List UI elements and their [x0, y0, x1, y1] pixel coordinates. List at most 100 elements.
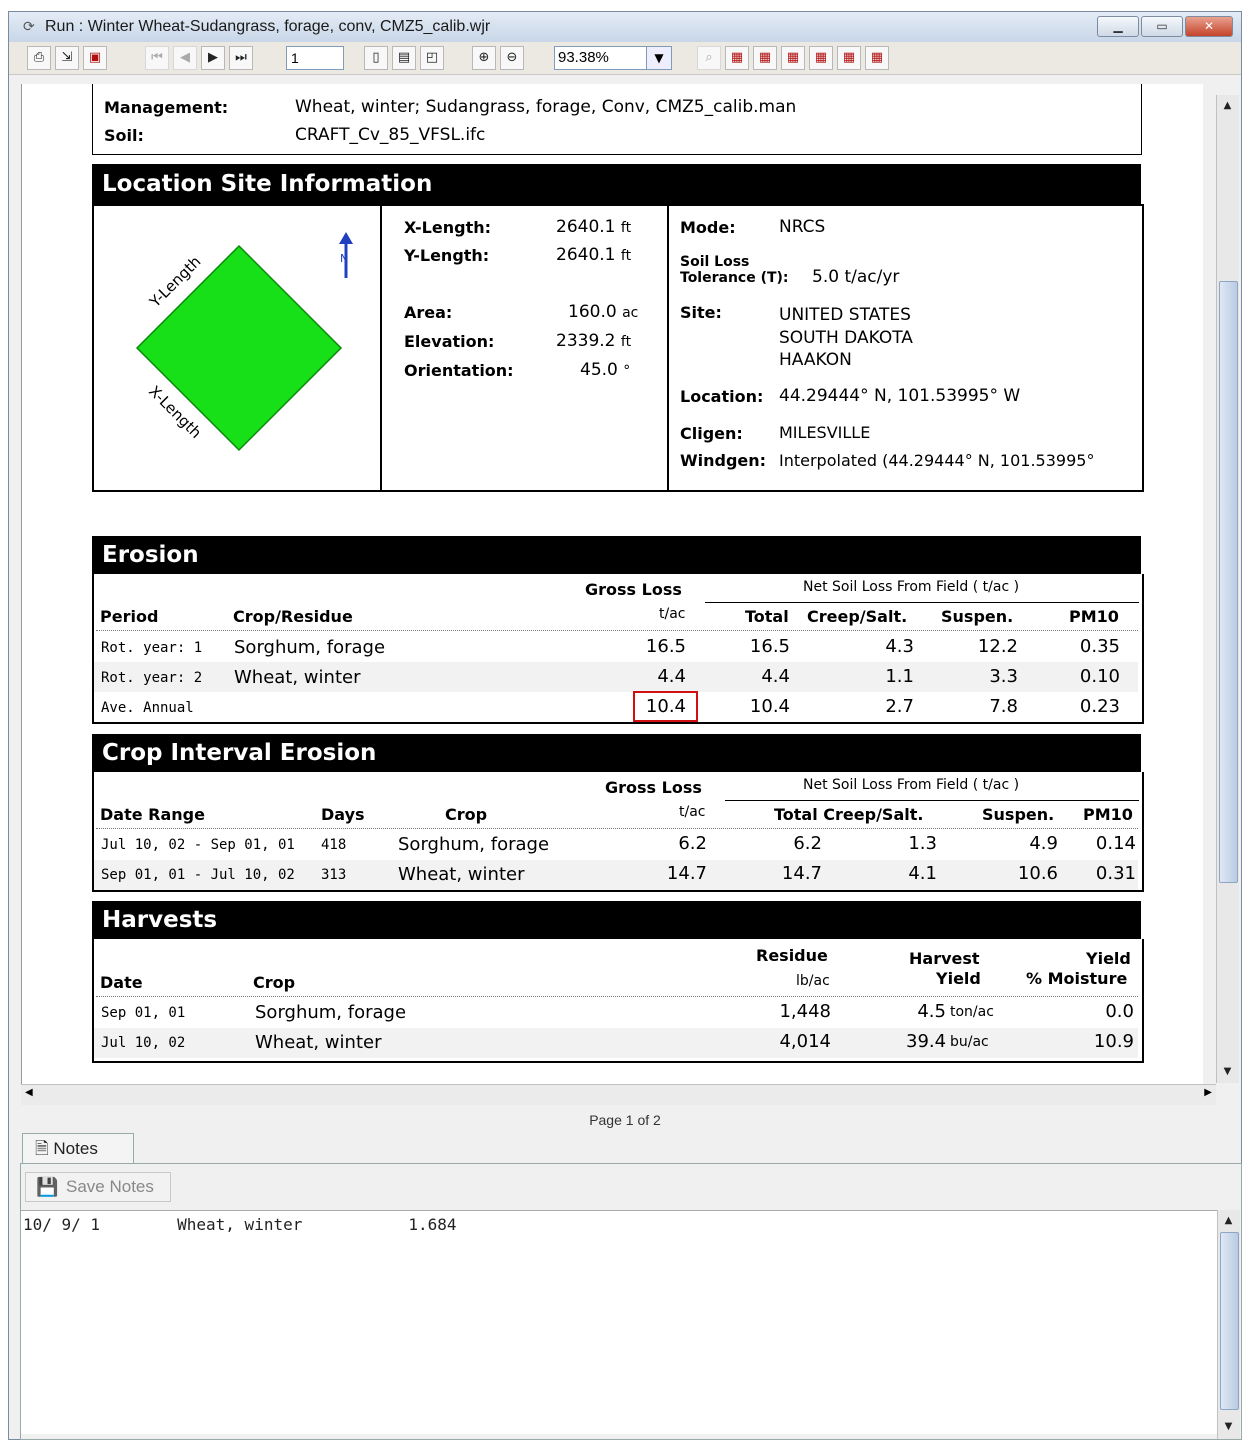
mode-value: NRCS: [779, 217, 826, 237]
ci-pm10: 0.14: [1095, 833, 1136, 854]
ci-days: 313: [321, 867, 347, 883]
ci-gross: 6.2: [678, 833, 707, 854]
save-notes-label: Save Notes: [66, 1177, 154, 1196]
elevation-label: Elevation:: [404, 332, 495, 351]
area-label: Area:: [404, 303, 453, 322]
scroll-down-icon[interactable]: ▼: [1220, 1418, 1237, 1435]
ci-col-suspen: Suspen.: [982, 805, 1055, 824]
north-arrow-head: [339, 232, 353, 244]
minimize-button[interactable]: ▁: [1097, 16, 1139, 37]
page-width-icon[interactable]: ▤: [392, 46, 416, 70]
north-label: N: [340, 252, 348, 265]
report-tool-1-icon[interactable]: ▦: [725, 46, 749, 70]
maximize-button[interactable]: ▭: [1141, 16, 1183, 37]
harvest-col-harvest: Harvest: [909, 949, 980, 968]
ci-crop: Sorghum, forage: [398, 834, 550, 855]
erosion-gross: 4.4: [657, 666, 686, 687]
first-page-icon[interactable]: ⏮: [145, 46, 169, 70]
mode-label: Mode:: [680, 218, 736, 237]
ci-col-pm10: PM10: [1083, 805, 1133, 824]
previous-page-icon[interactable]: ◀: [173, 46, 197, 70]
harvest-col-date: Date: [100, 973, 143, 992]
harvest-crop: Sorghum, forage: [255, 1002, 407, 1023]
harvest-moisture: 10.9: [1093, 1031, 1134, 1052]
tolerance-label-2: Tolerance (T):: [680, 270, 789, 286]
report-viewport: Management: Wheat, winter; Sudangrass, f…: [21, 84, 1203, 1094]
scroll-right-icon[interactable]: ▶: [1204, 1087, 1212, 1098]
zoom-out-icon[interactable]: ⊖: [500, 46, 524, 70]
x-length-field-label: X-Length:: [404, 218, 491, 237]
report-tool-6-icon[interactable]: ▦: [865, 46, 889, 70]
erosion-col-creep: Creep/Salt.: [807, 607, 908, 626]
print-icon[interactable]: ⎙: [27, 46, 51, 70]
erosion-col-crop: Crop/Residue: [233, 607, 353, 626]
orientation-value: 45.0 °: [580, 360, 631, 380]
close-button[interactable]: ✕: [1185, 16, 1233, 37]
zoom-in-icon[interactable]: ⊕: [472, 46, 496, 70]
soil-value: CRAFT_Cv_85_VFSL.ifc: [295, 125, 486, 145]
divider: [725, 800, 1139, 801]
notes-panel: 💾 Save Notes 10/ 9/ 1 Wheat, winter 1.68…: [20, 1163, 1242, 1440]
ci-suspen: 10.6: [1017, 863, 1058, 884]
erosion-net-soil: Net Soil Loss From Field ( t/ac ): [803, 579, 1020, 595]
notes-scrollbar[interactable]: ▲ ▼: [1217, 1210, 1240, 1439]
erosion-col-total: Total: [745, 607, 789, 626]
field-diagram: Y-Length X-Length N: [135, 232, 353, 452]
divider: [380, 204, 382, 490]
report-tool-3-icon[interactable]: ▦: [781, 46, 805, 70]
site-line-1: UNITED STATES: [779, 305, 911, 325]
erosion-gross: 10.4: [645, 696, 686, 717]
export-icon[interactable]: ⇲: [55, 46, 79, 70]
last-page-icon[interactable]: ⏭: [229, 46, 253, 70]
scroll-up-icon[interactable]: ▲: [1219, 97, 1236, 114]
full-page-icon[interactable]: ◰: [420, 46, 444, 70]
report-tool-4-icon[interactable]: ▦: [809, 46, 833, 70]
tab-notes[interactable]: 🗎 Notes: [22, 1133, 134, 1163]
pdf-icon[interactable]: ▣: [83, 46, 107, 70]
page-indicator: Page 1 of 2: [589, 1112, 661, 1128]
ci-col-total: Total Creep/Salt.: [774, 805, 924, 824]
orientation-label: Orientation:: [404, 361, 514, 380]
scrollbar-thumb[interactable]: [1219, 281, 1238, 883]
harvest-crop: Wheat, winter: [255, 1032, 382, 1053]
zoom-input[interactable]: 93.38%: [554, 46, 648, 70]
window-title: Run : Winter Wheat-Sudangrass, forage, c…: [45, 18, 491, 35]
chevron-down-icon[interactable]: ▼: [646, 46, 672, 70]
next-page-icon[interactable]: ▶: [201, 46, 225, 70]
toolbar: ⎙ ⇲ ▣ ⏮ ◀ ▶ ⏭ 1 ▯ ▤ ◰ ⊕ ⊖ 93.38% ▼ ⌕ ▦ ▦…: [9, 42, 1241, 75]
scroll-up-icon[interactable]: ▲: [1220, 1212, 1237, 1229]
ci-pm10: 0.31: [1095, 863, 1136, 884]
management-label: Management:: [104, 98, 229, 117]
ci-net-soil: Net Soil Loss From Field ( t/ac ): [803, 777, 1020, 793]
scrollbar-thumb[interactable]: [1220, 1232, 1239, 1410]
windgen-label: Windgen:: [680, 451, 767, 470]
ci-suspen: 4.9: [1029, 833, 1058, 854]
harvest-moisture: 0.0: [1105, 1001, 1134, 1022]
divider: [705, 602, 1139, 603]
report-tool-5-icon[interactable]: ▦: [837, 46, 861, 70]
single-page-icon[interactable]: ▯: [364, 46, 388, 70]
page-number-input[interactable]: 1: [286, 46, 344, 70]
harvest-residue: 4,014: [779, 1031, 831, 1052]
notes-textarea[interactable]: 10/ 9/ 1 Wheat, winter 1.684: [21, 1210, 1217, 1434]
scroll-down-icon[interactable]: ▼: [1219, 1063, 1236, 1080]
site-line-3: HAAKON: [779, 350, 852, 370]
harvest-col-yield: Yield: [1086, 949, 1131, 968]
location-value: 44.29444° N, 101.53995° W: [779, 386, 1021, 406]
save-notes-button[interactable]: 💾 Save Notes: [25, 1172, 171, 1202]
scroll-left-icon[interactable]: ◀: [25, 1087, 33, 1098]
ci-range: Sep 01, 01 - Jul 10, 02: [101, 867, 295, 883]
erosion-pm10: 0.10: [1079, 666, 1120, 687]
management-value: Wheat, winter; Sudangrass, forage, Conv,…: [295, 97, 797, 117]
harvest-yield-unit: bu/ac: [950, 1034, 989, 1050]
area-value: 160.0 ac: [568, 302, 639, 322]
erosion-crop: Sorghum, forage: [234, 637, 386, 658]
report-tool-2-icon[interactable]: ▦: [753, 46, 777, 70]
ci-gross: 14.7: [666, 863, 707, 884]
harvest-col-yield-2: Yield: [936, 969, 981, 988]
report-vertical-scrollbar[interactable]: ▲ ▼: [1216, 95, 1239, 1083]
report-horizontal-scrollbar[interactable]: ◀ ▶: [21, 1084, 1216, 1105]
y-length-field-label: Y-Length:: [404, 246, 490, 265]
erosion-pm10: 0.23: [1079, 696, 1120, 717]
find-icon[interactable]: ⌕: [697, 46, 721, 70]
